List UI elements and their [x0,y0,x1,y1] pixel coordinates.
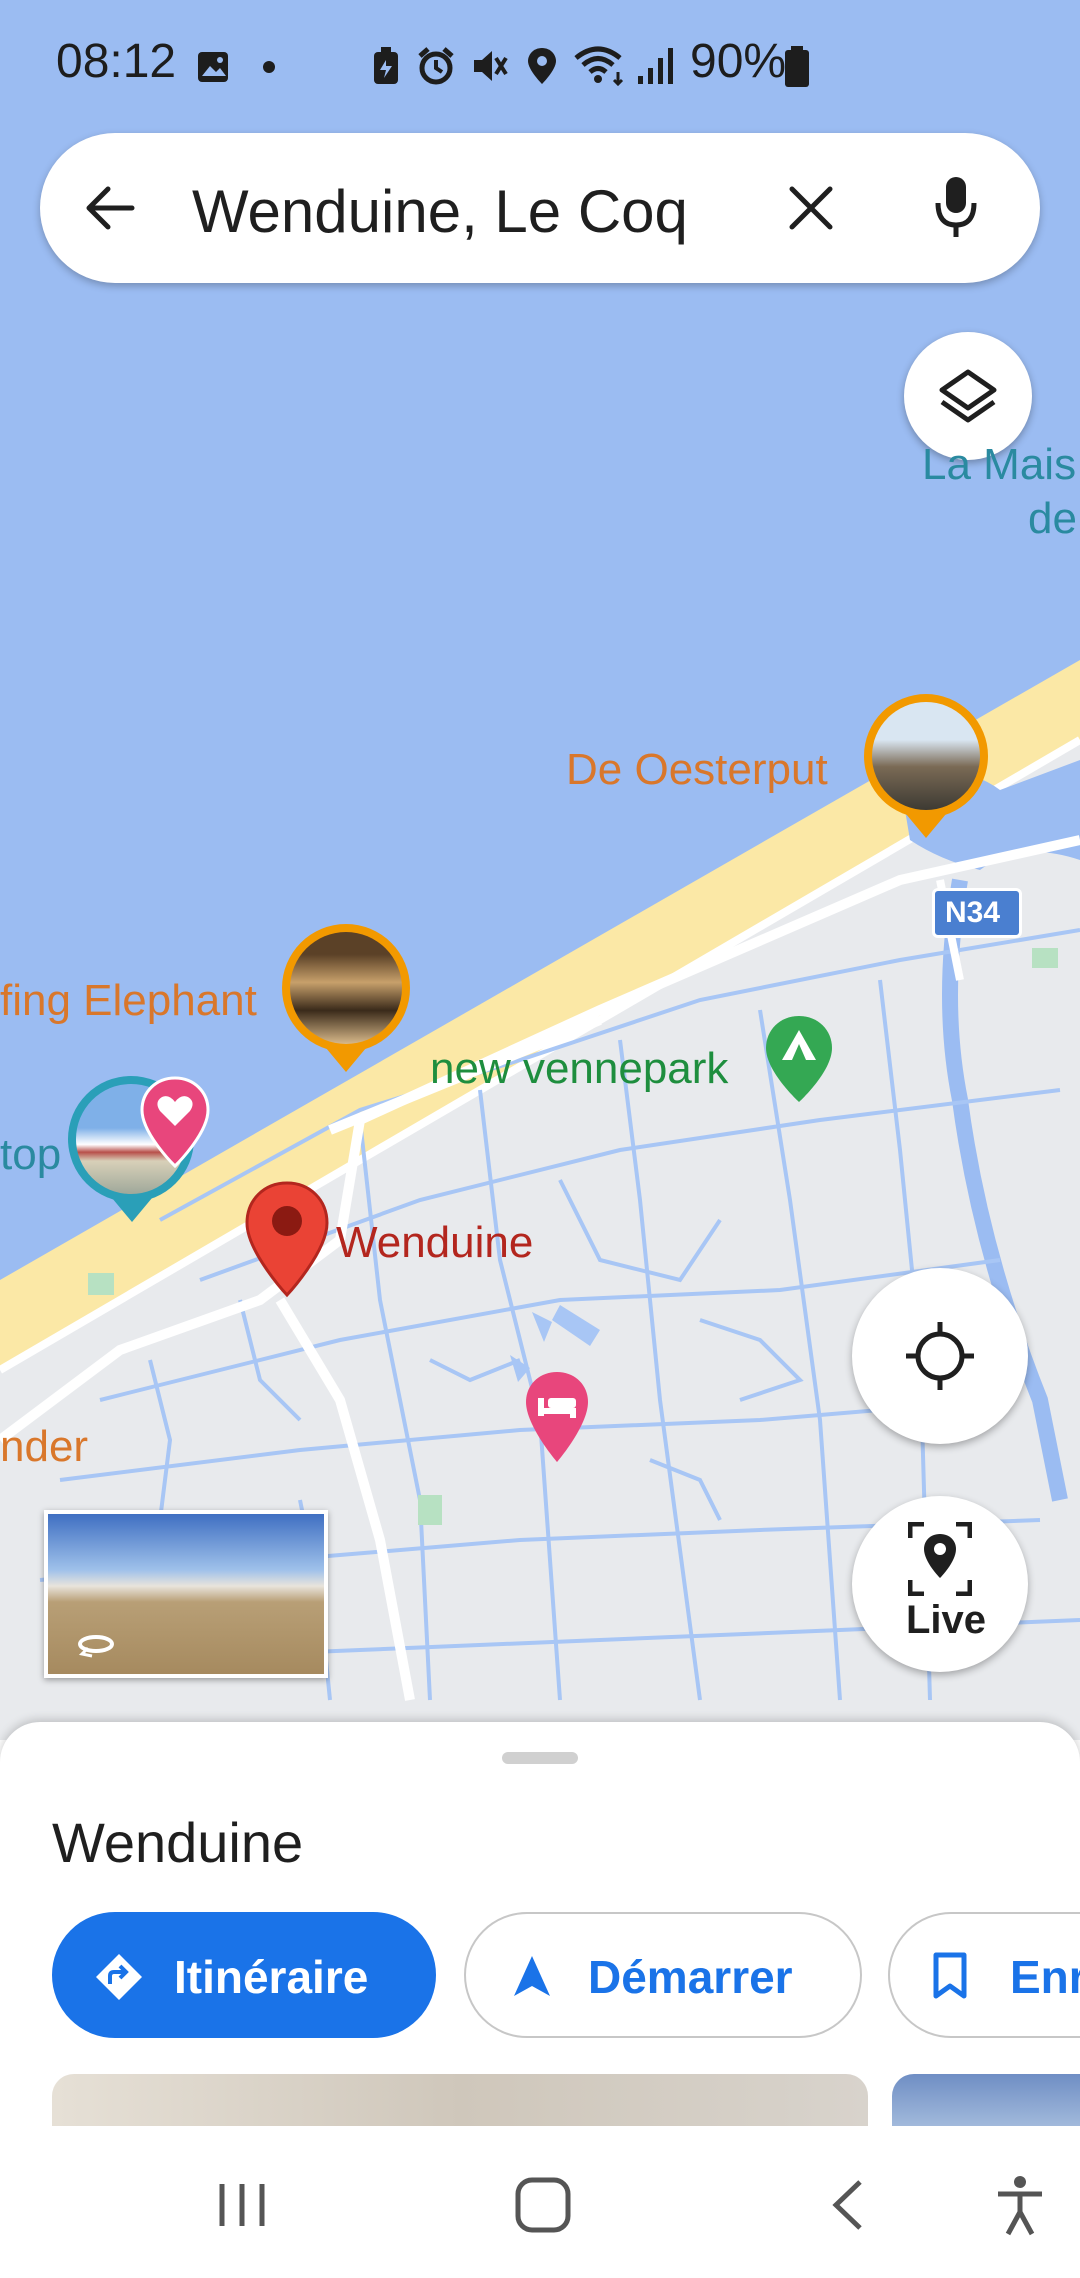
battery-saver-icon [374,47,398,84]
home-icon[interactable] [514,2176,572,2234]
arrow-left-icon[interactable] [82,180,138,236]
place-photo[interactable] [52,2074,868,2126]
start-label: Démarrer [588,1951,793,2003]
gallery-icon [198,52,228,82]
selected-place-pin-icon[interactable] [244,1180,330,1298]
wifi-icon [574,46,624,86]
battery-percent: 90% [690,35,787,88]
sheet-drag-handle[interactable] [502,1752,578,1764]
battery-icon [785,46,809,87]
directions-icon [96,1954,142,2000]
layers-icon [939,369,997,423]
back-icon[interactable] [828,2178,868,2232]
accessibility-icon[interactable] [994,2174,1046,2236]
status-time: 08:12 [56,35,177,88]
live-view-button[interactable]: Live [852,1496,1028,1672]
poi-pointer [906,814,946,838]
poi-marker-elephant[interactable] [282,924,410,1052]
my-location-icon [906,1322,974,1390]
map-label-de-oesterput[interactable]: De Oesterput [566,745,828,795]
signal-icon [638,48,673,84]
microphone-icon[interactable] [934,175,978,241]
close-icon[interactable] [786,183,836,233]
hotel-marker-icon[interactable] [524,1370,590,1464]
favorite-marker-icon[interactable] [140,1076,210,1168]
place-photo[interactable] [892,2074,1080,2126]
park-marker-icon[interactable] [764,1014,834,1104]
map-view[interactable]: 08:12 90% Wenduine, Le Coq La Mais de De… [0,0,1080,1740]
poi-pointer [326,1048,366,1072]
bookmark-icon [933,1952,967,1999]
map-label-la-maison-2[interactable]: de [1028,494,1077,544]
map-label-vennepark[interactable]: new vennepark [430,1044,728,1094]
directions-label: Itinéraire [174,1951,369,2003]
save-label: Enr [1010,1951,1080,2003]
search-input[interactable]: Wenduine, Le Coq [192,177,688,246]
road-badge-label: N34 [945,896,1001,929]
map-label-elephant[interactable]: fing Elephant [0,976,257,1026]
start-button[interactable]: Démarrer [464,1912,862,2038]
poi-photo [290,932,402,1044]
search-bar[interactable]: Wenduine, Le Coq [40,133,1040,283]
location-icon [528,48,556,84]
save-button[interactable]: Enr [888,1912,1080,2038]
my-location-button[interactable] [852,1268,1028,1444]
street-view-thumbnail[interactable] [44,1510,328,1678]
live-view-label: Live [906,1598,987,1642]
navigation-arrow-icon [514,1956,550,1996]
place-title: Wenduine [52,1811,304,1874]
status-bar: 08:12 90% [0,0,1080,130]
map-label-nder[interactable]: nder [0,1422,88,1472]
alarm-icon [418,47,454,85]
rotate-360-icon [78,1635,114,1658]
live-view-icon [908,1522,972,1596]
map-label-wenduine[interactable]: Wenduine [336,1218,533,1268]
poi-pointer [112,1198,152,1222]
mute-icon [474,51,508,81]
map-label-la-maison[interactable]: La Mais [922,440,1076,490]
system-nav-bar [0,2126,1080,2278]
dot-icon [263,61,275,73]
directions-button[interactable]: Itinéraire [52,1912,436,2038]
road-badge-n34: N34 [932,888,1022,938]
poi-photo [872,702,980,810]
recents-icon[interactable] [216,2180,268,2230]
place-sheet[interactable]: Wenduine Itinéraire Démarrer Enr [0,1722,1080,2126]
map-label-top[interactable]: top [0,1130,61,1180]
poi-marker-de-oesterput[interactable] [864,694,988,818]
